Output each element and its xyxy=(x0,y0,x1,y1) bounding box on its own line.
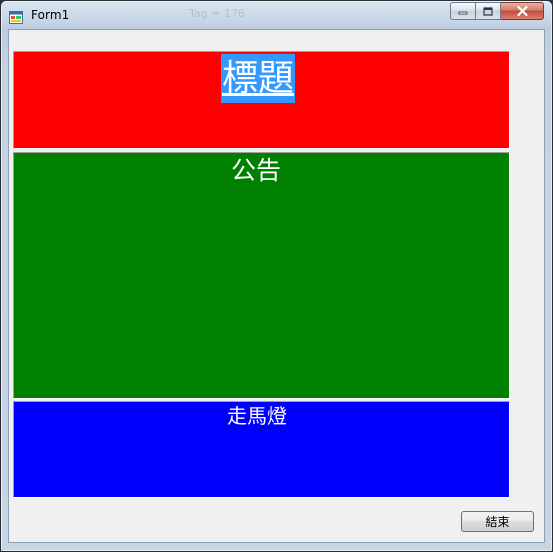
notice-panel: 公告 xyxy=(13,152,510,399)
window-controls xyxy=(450,2,544,21)
exit-button[interactable]: 結束 xyxy=(461,511,534,532)
minimize-icon xyxy=(458,11,468,15)
title-bar[interactable]: Form1 Tag = 176 xyxy=(1,1,552,29)
marquee-label: 走馬燈 xyxy=(227,404,287,428)
title-panel: 標題 xyxy=(13,51,510,149)
title-label: 標題 xyxy=(221,54,296,103)
minimize-button[interactable] xyxy=(450,2,476,20)
background-ghost-text: Tag = 176 xyxy=(189,7,245,20)
windows-form-icon[interactable] xyxy=(9,9,23,24)
window-title: Form1 xyxy=(31,8,70,22)
form-window: Form1 Tag = 176 標題 公告 走馬燈 結束 xyxy=(0,0,553,552)
close-icon xyxy=(516,6,528,16)
notice-label: 公告 xyxy=(231,156,282,185)
maximize-icon xyxy=(483,6,493,16)
maximize-button[interactable] xyxy=(476,2,501,20)
form-client-area: 標題 公告 走馬燈 結束 xyxy=(8,29,545,543)
marquee-panel: 走馬燈 xyxy=(13,401,510,498)
close-button[interactable] xyxy=(501,2,544,20)
